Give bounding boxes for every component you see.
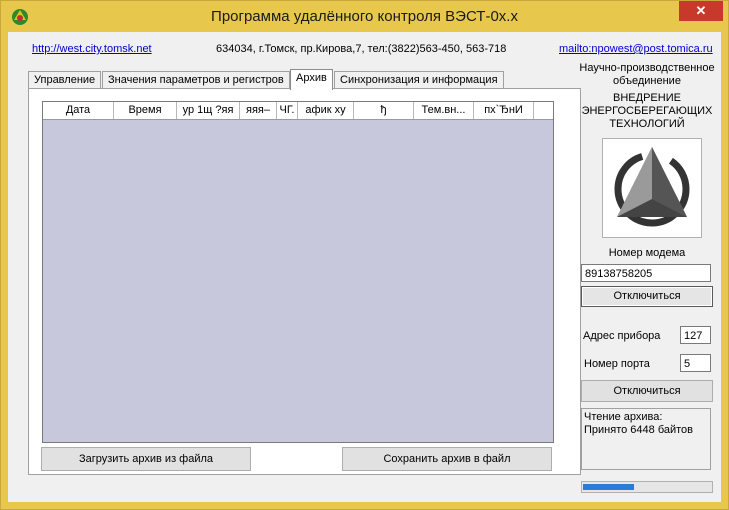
close-button[interactable]: ✕ bbox=[679, 1, 723, 21]
column-8[interactable]: Тем.вн... bbox=[414, 102, 474, 119]
client-area: http://west.city.tomsk.net 634034, г.Том… bbox=[8, 32, 721, 502]
column-10[interactable] bbox=[534, 102, 552, 119]
device-address-label: Адрес прибора bbox=[583, 330, 661, 342]
app-window: Программа удалённого контроля ВЭСТ-0х.х … bbox=[0, 0, 729, 510]
disconnect-button-1[interactable]: Отключиться bbox=[581, 286, 713, 307]
window-title: Программа удалённого контроля ВЭСТ-0х.х bbox=[211, 8, 518, 25]
column-9[interactable]: пх`ЂнИ bbox=[474, 102, 534, 119]
port-field[interactable]: 5 bbox=[680, 354, 711, 372]
progress-fill bbox=[583, 484, 634, 490]
org-line-3: ВНЕДРЕНИЕ bbox=[613, 92, 681, 104]
device-address-field[interactable]: 127 bbox=[680, 326, 711, 344]
modem-number-field[interactable]: 89138758205 bbox=[581, 264, 711, 282]
column-5[interactable]: ЧГ. bbox=[277, 102, 298, 119]
address-text: 634034, г.Томск, пр.Кирова,7, тел:(3822)… bbox=[216, 43, 507, 55]
org-line-5: ТЕХНОЛОГИЙ bbox=[609, 118, 685, 130]
org-line-2: объединение bbox=[613, 75, 681, 87]
column-date[interactable]: Дата bbox=[43, 102, 114, 119]
tab-control[interactable]: Управление bbox=[28, 71, 102, 89]
column-4[interactable]: яяя– bbox=[240, 102, 277, 119]
column-7[interactable]: ђ bbox=[354, 102, 414, 119]
archive-table[interactable]: Дата Время ур 1щ ?яя яяя– ЧГ. афик ху ђ … bbox=[42, 101, 554, 443]
tab-sync[interactable]: Синхронизация и информация bbox=[334, 71, 504, 89]
org-logo bbox=[602, 138, 702, 238]
status-line-2: Принято 6448 байтов bbox=[584, 424, 694, 436]
progress-bar bbox=[581, 481, 713, 493]
logo-icon bbox=[614, 147, 690, 227]
port-label: Номер порта bbox=[584, 358, 650, 370]
mail-link[interactable]: mailto:npowest@post.tomica.ru bbox=[559, 43, 713, 55]
site-link[interactable]: http://west.city.tomsk.net bbox=[32, 43, 152, 55]
org-line-4: ЭНЕРГОСБЕРЕГАЮЩИХ bbox=[581, 105, 713, 117]
tab-parameters[interactable]: Значения параметров и регистров bbox=[102, 71, 290, 89]
tab-archive[interactable]: Архив bbox=[290, 69, 333, 90]
status-line-1: Чтение архива: bbox=[584, 411, 663, 423]
column-6[interactable]: афик ху bbox=[298, 102, 354, 119]
save-archive-button[interactable]: Сохранить архив в файл bbox=[342, 447, 552, 471]
modem-label: Номер модема bbox=[608, 247, 686, 259]
load-archive-button[interactable]: Загрузить архив из файла bbox=[41, 447, 251, 471]
archive-panel: Дата Время ур 1щ ?яя яяя– ЧГ. афик ху ђ … bbox=[28, 88, 581, 475]
org-line-1: Научно-производственное bbox=[579, 62, 715, 74]
column-3[interactable]: ур 1щ ?яя bbox=[177, 102, 240, 119]
table-header: Дата Время ур 1щ ?яя яяя– ЧГ. афик ху ђ … bbox=[43, 102, 553, 120]
column-time[interactable]: Время bbox=[114, 102, 177, 119]
disconnect-button-2[interactable]: Отключиться bbox=[581, 380, 713, 402]
title-bar: Программа удалённого контроля ВЭСТ-0х.х … bbox=[1, 1, 728, 31]
status-box: Чтение архива: Принято 6448 байтов bbox=[581, 408, 711, 470]
